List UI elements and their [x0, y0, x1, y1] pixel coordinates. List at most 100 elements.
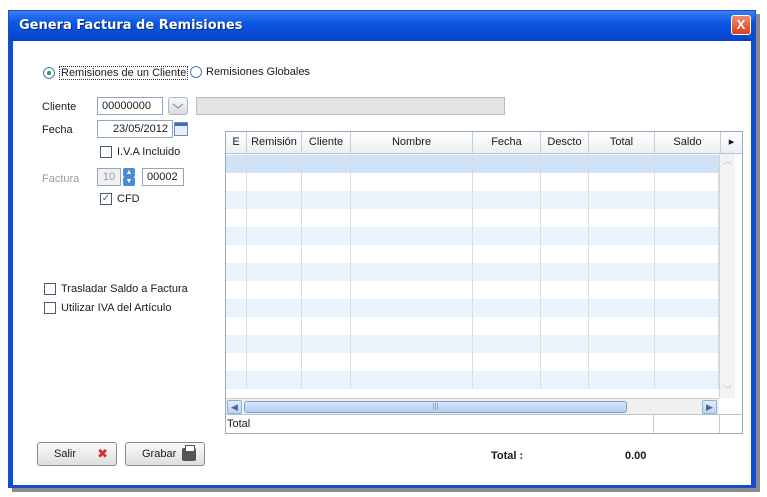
- table-cell[interactable]: [351, 299, 473, 317]
- table-cell[interactable]: [541, 281, 589, 299]
- salir-button[interactable]: Salir ✖: [37, 442, 117, 466]
- table-cell[interactable]: [226, 263, 247, 281]
- table-cell[interactable]: [247, 299, 302, 317]
- table-cell[interactable]: [351, 263, 473, 281]
- table-cell[interactable]: [655, 263, 719, 281]
- table-cell[interactable]: [226, 335, 247, 353]
- cliente-lookup-button[interactable]: [168, 97, 188, 115]
- table-cell[interactable]: [473, 245, 541, 263]
- table-cell[interactable]: [655, 245, 719, 263]
- table-cell[interactable]: [247, 353, 302, 371]
- table-cell[interactable]: [655, 299, 719, 317]
- table-cell[interactable]: [473, 263, 541, 281]
- table-cell[interactable]: [589, 281, 655, 299]
- table-row[interactable]: [226, 281, 719, 299]
- table-cell[interactable]: [655, 317, 719, 335]
- vertical-scrollbar[interactable]: ︿ ﹀: [719, 154, 735, 398]
- factura-folio-input[interactable]: 00002: [142, 168, 184, 186]
- table-cell[interactable]: [226, 227, 247, 245]
- table-cell[interactable]: [351, 281, 473, 299]
- table-cell[interactable]: [589, 353, 655, 371]
- column-header[interactable]: Fecha: [473, 132, 541, 153]
- table-cell[interactable]: [351, 371, 473, 389]
- table-cell[interactable]: [473, 335, 541, 353]
- scroll-right-arrow-icon[interactable]: ▶: [702, 400, 717, 414]
- table-cell[interactable]: [302, 299, 351, 317]
- table-cell[interactable]: [589, 317, 655, 335]
- column-header[interactable]: Descto: [541, 132, 589, 153]
- column-header[interactable]: Total: [589, 132, 655, 153]
- table-cell[interactable]: [302, 371, 351, 389]
- table-cell[interactable]: [655, 353, 719, 371]
- table-cell[interactable]: [473, 155, 541, 173]
- table-cell[interactable]: [351, 191, 473, 209]
- table-row[interactable]: [226, 173, 719, 191]
- calendar-icon[interactable]: [174, 122, 188, 136]
- table-cell[interactable]: [302, 209, 351, 227]
- table-cell[interactable]: [473, 299, 541, 317]
- table-cell[interactable]: [473, 191, 541, 209]
- table-cell[interactable]: [655, 173, 719, 191]
- table-row[interactable]: [226, 155, 719, 173]
- table-cell[interactable]: [247, 173, 302, 191]
- table-row[interactable]: [226, 245, 719, 263]
- title-bar[interactable]: Genera Factura de Remisiones X: [9, 11, 755, 41]
- table-cell[interactable]: [226, 191, 247, 209]
- table-cell[interactable]: [302, 227, 351, 245]
- column-header[interactable]: Remisión: [247, 132, 302, 153]
- table-cell[interactable]: [226, 317, 247, 335]
- scroll-right-icon[interactable]: ▸: [721, 132, 742, 153]
- table-cell[interactable]: [589, 245, 655, 263]
- spin-up-icon[interactable]: ▲: [123, 168, 135, 177]
- table-cell[interactable]: [541, 209, 589, 227]
- table-cell[interactable]: [247, 227, 302, 245]
- table-cell[interactable]: [351, 173, 473, 191]
- table-cell[interactable]: [247, 263, 302, 281]
- grabar-button[interactable]: Grabar: [125, 442, 205, 466]
- table-cell[interactable]: [351, 245, 473, 263]
- table-cell[interactable]: [655, 191, 719, 209]
- close-button[interactable]: X: [731, 15, 751, 35]
- table-cell[interactable]: [541, 371, 589, 389]
- table-cell[interactable]: [247, 335, 302, 353]
- table-cell[interactable]: [473, 209, 541, 227]
- table-cell[interactable]: [541, 317, 589, 335]
- table-cell[interactable]: [541, 227, 589, 245]
- table-cell[interactable]: [589, 263, 655, 281]
- factura-serie-input[interactable]: 10: [97, 168, 121, 186]
- table-cell[interactable]: [473, 317, 541, 335]
- factura-serie-spinner[interactable]: ▲ ▼: [123, 168, 135, 186]
- table-cell[interactable]: [247, 245, 302, 263]
- table-cell[interactable]: [541, 155, 589, 173]
- table-cell[interactable]: [541, 299, 589, 317]
- column-header[interactable]: Nombre: [351, 132, 473, 153]
- spin-down-icon[interactable]: ▼: [123, 177, 135, 186]
- table-cell[interactable]: [302, 263, 351, 281]
- table-cell[interactable]: [473, 227, 541, 245]
- table-cell[interactable]: [655, 371, 719, 389]
- table-cell[interactable]: [541, 191, 589, 209]
- scroll-up-icon[interactable]: ︿: [720, 154, 735, 169]
- column-header[interactable]: E: [226, 132, 247, 153]
- table-cell[interactable]: [541, 353, 589, 371]
- table-cell[interactable]: [226, 245, 247, 263]
- table-cell[interactable]: [226, 353, 247, 371]
- table-row[interactable]: [226, 371, 719, 389]
- remisiones-grid[interactable]: E Remisión Cliente Nombre Fecha Descto T…: [225, 131, 743, 434]
- table-cell[interactable]: [247, 155, 302, 173]
- table-cell[interactable]: [226, 371, 247, 389]
- cliente-input[interactable]: 00000000: [97, 97, 163, 115]
- table-cell[interactable]: [226, 155, 247, 173]
- utilizar-iva-checkbox[interactable]: Utilizar IVA del Artículo: [44, 302, 171, 314]
- table-cell[interactable]: [302, 317, 351, 335]
- column-header[interactable]: Cliente: [302, 132, 351, 153]
- table-cell[interactable]: [302, 191, 351, 209]
- table-cell[interactable]: [247, 317, 302, 335]
- table-row[interactable]: [226, 299, 719, 317]
- table-row[interactable]: [226, 263, 719, 281]
- table-cell[interactable]: [302, 335, 351, 353]
- table-row[interactable]: [226, 335, 719, 353]
- table-cell[interactable]: [655, 335, 719, 353]
- scroll-down-icon[interactable]: ﹀: [720, 383, 735, 398]
- radio-remisiones-cliente[interactable]: Remisiones de un Cliente: [43, 66, 189, 80]
